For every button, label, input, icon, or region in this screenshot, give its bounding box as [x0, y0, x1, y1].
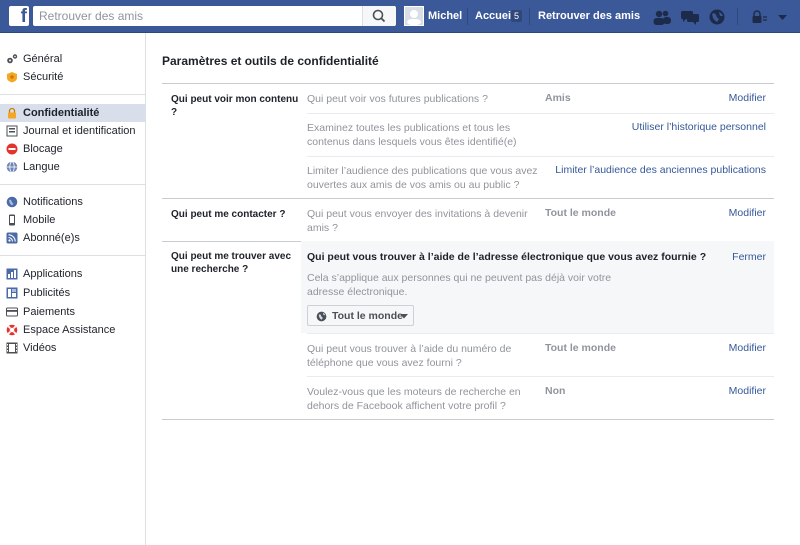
chevron-down-icon: [400, 314, 408, 319]
sidebar-item-videos[interactable]: Vidéos: [0, 339, 146, 357]
sidebar-divider: [0, 94, 145, 95]
facebook-logo-icon[interactable]: f: [9, 6, 29, 27]
section-heading-who-can-find: Qui peut me trouver avec une recherche ?: [171, 251, 292, 275]
search-button[interactable]: [362, 6, 396, 26]
sidebar-item-language[interactable]: Langue: [0, 158, 146, 176]
avatar[interactable]: [404, 6, 424, 26]
sidebar-item-support[interactable]: Espace Assistance: [0, 321, 146, 339]
setting-question: Examinez toutes les publications et tous…: [307, 122, 517, 148]
home-count-badge: 5: [511, 10, 522, 22]
sidebar-item-notifications[interactable]: Notifications: [0, 193, 146, 211]
setting-value: Tout le monde: [545, 207, 616, 219]
sidebar-item-mobile[interactable]: Mobile: [0, 211, 146, 229]
sidebar-item-label: Abonné(e)s: [23, 232, 80, 244]
block-icon: [6, 143, 18, 155]
section-divider: [162, 419, 774, 420]
nav-divider: [737, 8, 738, 25]
sidebar-item-label: Général: [23, 53, 63, 65]
limit-past-posts-link[interactable]: Limiter l’audience des anciennes publica…: [555, 164, 766, 176]
section-divider: [162, 83, 774, 84]
sidebar-item-timeline[interactable]: Journal et identification: [0, 122, 146, 140]
sidebar-divider: [0, 255, 145, 256]
sidebar-item-privacy[interactable]: Confidentialité: [0, 104, 146, 122]
sidebar-item-ads[interactable]: Publicités: [0, 284, 146, 302]
account-menu-caret-icon[interactable]: [773, 8, 793, 26]
edit-link[interactable]: Modifier: [729, 342, 766, 354]
rss-feed-icon: [6, 232, 18, 244]
globe-icon: [6, 161, 18, 173]
row-divider: [307, 156, 774, 157]
setting-question: Qui peut voir vos futures publications ?: [307, 93, 488, 105]
row-divider: [307, 376, 774, 377]
sidebar-item-label: Sécurité: [23, 71, 64, 83]
sidebar-item-followers[interactable]: Abonné(e)s: [0, 229, 146, 247]
setting-question: Voulez-vous que les moteurs de recherche…: [307, 386, 521, 412]
film-strip-icon: [6, 342, 18, 354]
find-friends-link[interactable]: Retrouver des amis: [538, 10, 640, 22]
security-badge-icon: [7, 72, 17, 83]
ads-icon: [6, 287, 18, 299]
sidebar-item-label: Publicités: [23, 287, 71, 299]
edit-link[interactable]: Modifier: [729, 92, 766, 104]
audience-selector-button[interactable]: Tout le monde: [307, 305, 414, 326]
sidebar-item-general[interactable]: Général: [0, 50, 146, 68]
sidebar-item-label: Blocage: [23, 143, 63, 155]
setting-value: Tout le monde: [545, 342, 616, 354]
apps-icon: [6, 268, 18, 280]
nav-divider: [529, 8, 530, 25]
section-heading-who-can-see: Qui peut voir mon contenu ?: [171, 94, 299, 118]
search-input[interactable]: [33, 6, 353, 26]
lock-icon: [8, 107, 16, 119]
sidebar-item-label: Mobile: [23, 214, 56, 226]
settings-sidebar: Général Sécurité Confidentialité Journal…: [0, 33, 146, 545]
home-link[interactable]: Accueil: [475, 10, 514, 22]
page-title: Paramètres et outils de confidentialité: [162, 54, 379, 68]
sidebar-item-payments[interactable]: Paiements: [0, 303, 146, 321]
setting-question: Limiter l’audience des publications que …: [307, 165, 538, 191]
sidebar-item-label: Confidentialité: [23, 107, 100, 119]
profile-link[interactable]: Michel: [428, 10, 462, 22]
nav-divider: [467, 8, 468, 25]
friend-requests-icon[interactable]: [652, 8, 672, 26]
notifications-globe-icon: [6, 196, 18, 208]
sidebar-divider: [0, 184, 145, 185]
row-divider: [307, 113, 774, 114]
setting-value: Amis: [545, 92, 571, 104]
sidebar-item-label: Notifications: [23, 196, 83, 208]
activity-log-link[interactable]: Utiliser l’historique personnel: [632, 121, 766, 133]
setting-question: Qui peut vous envoyer des invitations à …: [307, 208, 528, 234]
edit-link[interactable]: Modifier: [729, 207, 766, 219]
sidebar-item-label: Langue: [23, 161, 60, 173]
sidebar-item-label: Applications: [23, 268, 83, 280]
audience-label: Tout le monde: [332, 310, 403, 322]
sidebar-item-label: Journal et identification: [23, 125, 136, 137]
mobile-phone-icon: [9, 214, 15, 226]
sidebar-item-label: Paiements: [23, 306, 75, 318]
section-divider: [162, 198, 774, 199]
lifebuoy-icon: [6, 324, 18, 336]
search-icon: [372, 9, 386, 23]
top-bar: f Michel Accueil 5 Retrouver des amis: [0, 0, 800, 33]
sidebar-item-apps[interactable]: Applications: [0, 265, 146, 283]
notifications-globe-icon[interactable]: [707, 8, 727, 26]
close-link[interactable]: Fermer: [732, 251, 766, 263]
sidebar-item-label: Vidéos: [23, 342, 57, 354]
messages-icon[interactable]: [680, 8, 700, 26]
globe-icon: [316, 311, 327, 322]
gears-icon: [7, 54, 18, 64]
expanded-setting-question: Qui peut vous trouver à l’aide de l’adre…: [307, 251, 707, 263]
edit-link[interactable]: Modifier: [729, 385, 766, 397]
row-divider: [307, 333, 774, 334]
search-box: [33, 6, 395, 26]
sidebar-item-security[interactable]: Sécurité: [0, 68, 146, 86]
privacy-shortcuts-lock-icon[interactable]: [750, 8, 770, 26]
setting-value: Non: [545, 385, 566, 397]
timeline-icon: [6, 125, 18, 137]
expanded-setting-description: Cela s’applique aux personnes qui ne peu…: [307, 272, 612, 298]
section-heading-who-can-contact: Qui peut me contacter ?: [171, 209, 286, 220]
sidebar-item-blocking[interactable]: Blocage: [0, 140, 146, 158]
sidebar-item-label: Espace Assistance: [23, 324, 116, 336]
setting-question: Qui peut vous trouver à l’aide du numéro…: [307, 343, 512, 369]
payments-card-icon: [6, 307, 18, 317]
